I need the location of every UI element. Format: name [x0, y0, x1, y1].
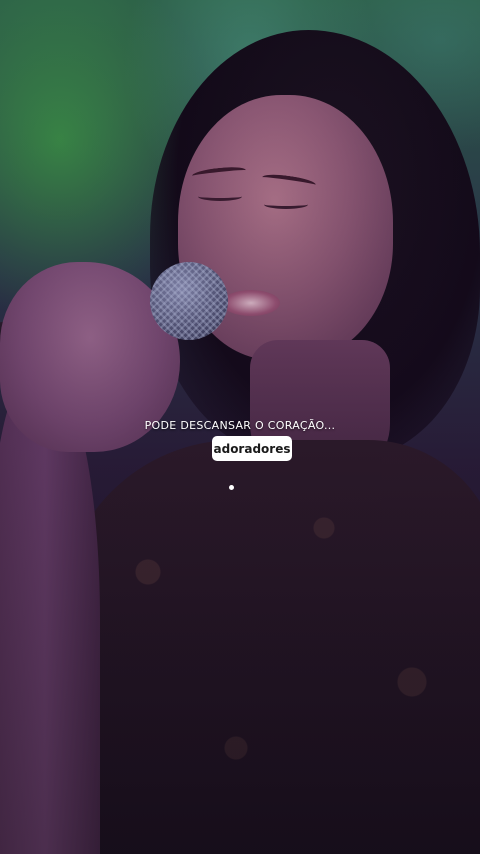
- lyric-caption: PODE DESCANSAR O CORAÇÃO...: [144, 419, 336, 432]
- adoradores-tag: adoradores: [212, 436, 292, 461]
- video-frame: PODE DESCANSAR O CORAÇÃO... adoradores: [0, 0, 480, 854]
- progress-dot: [229, 485, 234, 490]
